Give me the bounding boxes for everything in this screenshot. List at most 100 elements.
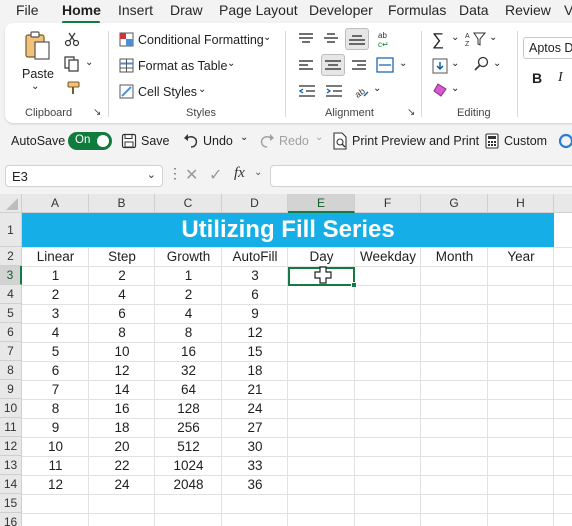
format-as-table-button[interactable]: Format as Table bbox=[138, 59, 227, 73]
copy-dropdown-icon[interactable]: ⌄ bbox=[85, 57, 93, 68]
cell-step[interactable]: 22 bbox=[89, 456, 155, 475]
orientation-icon[interactable]: ab bbox=[352, 82, 370, 100]
copilot-icon[interactable] bbox=[558, 133, 572, 149]
cell-autofill[interactable]: 30 bbox=[222, 437, 288, 456]
header-autofill[interactable]: AutoFill bbox=[222, 247, 288, 266]
cell-step[interactable]: 24 bbox=[89, 475, 155, 494]
redo-icon[interactable] bbox=[259, 133, 275, 149]
row-header-9[interactable]: 9 bbox=[0, 380, 22, 399]
row-header-12[interactable]: 12 bbox=[0, 437, 22, 456]
align-right-icon[interactable] bbox=[351, 59, 367, 73]
sheet-title[interactable]: Utilizing Fill Series bbox=[22, 213, 554, 247]
tab-page-layout[interactable]: Page Layout bbox=[219, 2, 298, 18]
sort-filter-icon[interactable]: A Z bbox=[465, 31, 487, 47]
cell-styles-icon[interactable] bbox=[119, 84, 134, 99]
insert-function-button[interactable]: fx bbox=[234, 165, 245, 182]
column-header-a[interactable]: A bbox=[22, 194, 89, 213]
cell-autofill[interactable]: 9 bbox=[222, 304, 288, 323]
row-header-16[interactable]: 16 bbox=[0, 513, 22, 526]
column-header-c[interactable]: C bbox=[155, 194, 222, 213]
cell-step[interactable]: 18 bbox=[89, 418, 155, 437]
bold-button[interactable]: B bbox=[532, 70, 542, 86]
alignment-launcher-icon[interactable]: ↘ bbox=[407, 107, 415, 118]
cell-autofill[interactable]: 24 bbox=[222, 399, 288, 418]
paste-button[interactable]: Paste bbox=[22, 67, 54, 81]
enter-icon[interactable]: ✓ bbox=[209, 165, 222, 185]
tab-view[interactable]: V bbox=[564, 2, 572, 18]
cell-linear[interactable]: 9 bbox=[22, 418, 89, 437]
undo-button[interactable]: Undo bbox=[203, 134, 233, 148]
fill-icon[interactable] bbox=[432, 58, 448, 74]
align-center-button[interactable] bbox=[321, 54, 345, 76]
name-box-dropdown-icon[interactable]: ⌄ bbox=[147, 168, 156, 181]
cell-autofill[interactable]: 27 bbox=[222, 418, 288, 437]
cell-autofill[interactable]: 15 bbox=[222, 342, 288, 361]
cell-step[interactable]: 20 bbox=[89, 437, 155, 456]
cell-step[interactable]: 4 bbox=[89, 285, 155, 304]
cell-linear[interactable]: 5 bbox=[22, 342, 89, 361]
cell-linear[interactable]: 8 bbox=[22, 399, 89, 418]
column-header-d[interactable]: D bbox=[222, 194, 288, 213]
paste-icon[interactable] bbox=[23, 29, 53, 61]
cell-growth[interactable]: 8 bbox=[155, 323, 222, 342]
cell-step[interactable]: 14 bbox=[89, 380, 155, 399]
print-preview-icon[interactable] bbox=[332, 132, 348, 150]
row-header-1[interactable]: 1 bbox=[0, 213, 22, 247]
format-as-table-dropdown-icon[interactable]: ⌄ bbox=[227, 58, 235, 69]
tab-review[interactable]: Review bbox=[505, 2, 551, 18]
cell-autofill[interactable]: 12 bbox=[222, 323, 288, 342]
conditional-formatting-button[interactable]: Conditional Formatting bbox=[138, 33, 264, 47]
increase-indent-icon[interactable] bbox=[325, 84, 343, 98]
row-header-5[interactable]: 5 bbox=[0, 304, 22, 323]
cell-linear[interactable]: 11 bbox=[22, 456, 89, 475]
cancel-icon[interactable]: ✕ bbox=[185, 165, 198, 185]
row-header-14[interactable]: 14 bbox=[0, 475, 22, 494]
cell-styles-dropdown-icon[interactable]: ⌄ bbox=[198, 84, 206, 95]
cell-growth[interactable]: 128 bbox=[155, 399, 222, 418]
format-as-table-icon[interactable] bbox=[119, 58, 134, 73]
merge-dropdown-icon[interactable]: ⌄ bbox=[399, 58, 407, 69]
find-select-icon[interactable] bbox=[474, 56, 490, 72]
header-growth[interactable]: Growth bbox=[155, 247, 222, 266]
column-header-i[interactable] bbox=[554, 194, 572, 213]
tab-formulas[interactable]: Formulas bbox=[388, 2, 446, 18]
undo-icon[interactable] bbox=[183, 133, 199, 149]
find-select-dropdown-icon[interactable]: ⌄ bbox=[493, 58, 501, 69]
cell-autofill[interactable]: 18 bbox=[222, 361, 288, 380]
row-header-10[interactable]: 10 bbox=[0, 399, 22, 418]
tab-home[interactable]: Home bbox=[62, 2, 101, 18]
formula-bar-options-icon[interactable]: ⋮ bbox=[168, 165, 182, 182]
autosum-dropdown-icon[interactable]: ⌄ bbox=[451, 32, 459, 43]
cell-linear[interactable]: 1 bbox=[22, 266, 89, 285]
cell-step[interactable]: 10 bbox=[89, 342, 155, 361]
cut-icon[interactable] bbox=[64, 31, 80, 47]
column-header-g[interactable]: G bbox=[421, 194, 488, 213]
cell-linear[interactable]: 12 bbox=[22, 475, 89, 494]
middle-align-icon[interactable] bbox=[323, 32, 339, 46]
print-preview-button[interactable]: Print Preview and Print bbox=[352, 134, 479, 148]
row-header-2[interactable]: 2 bbox=[0, 247, 22, 266]
cell-growth[interactable]: 1024 bbox=[155, 456, 222, 475]
cell-step[interactable]: 16 bbox=[89, 399, 155, 418]
cell-growth[interactable]: 512 bbox=[155, 437, 222, 456]
column-header-h[interactable]: H bbox=[488, 194, 554, 213]
cell-step[interactable]: 6 bbox=[89, 304, 155, 323]
format-painter-icon[interactable] bbox=[65, 80, 81, 96]
cell-linear[interactable]: 7 bbox=[22, 380, 89, 399]
fill-dropdown-icon[interactable]: ⌄ bbox=[451, 58, 459, 69]
cell-linear[interactable]: 3 bbox=[22, 304, 89, 323]
header-linear[interactable]: Linear bbox=[22, 247, 89, 266]
custom-button[interactable]: Custom bbox=[504, 134, 547, 148]
tab-file[interactable]: File bbox=[16, 2, 39, 18]
column-header-b[interactable]: B bbox=[89, 194, 155, 213]
row-header-8[interactable]: 8 bbox=[0, 361, 22, 380]
fill-handle[interactable] bbox=[351, 282, 357, 288]
align-left-icon[interactable] bbox=[298, 59, 314, 73]
tab-data[interactable]: Data bbox=[459, 2, 489, 18]
top-align-icon[interactable] bbox=[298, 32, 314, 46]
cell-step[interactable]: 8 bbox=[89, 323, 155, 342]
cell-growth[interactable]: 256 bbox=[155, 418, 222, 437]
tab-draw[interactable]: Draw bbox=[170, 2, 203, 18]
merge-center-icon[interactable] bbox=[376, 57, 394, 73]
row-header-11[interactable]: 11 bbox=[0, 418, 22, 437]
